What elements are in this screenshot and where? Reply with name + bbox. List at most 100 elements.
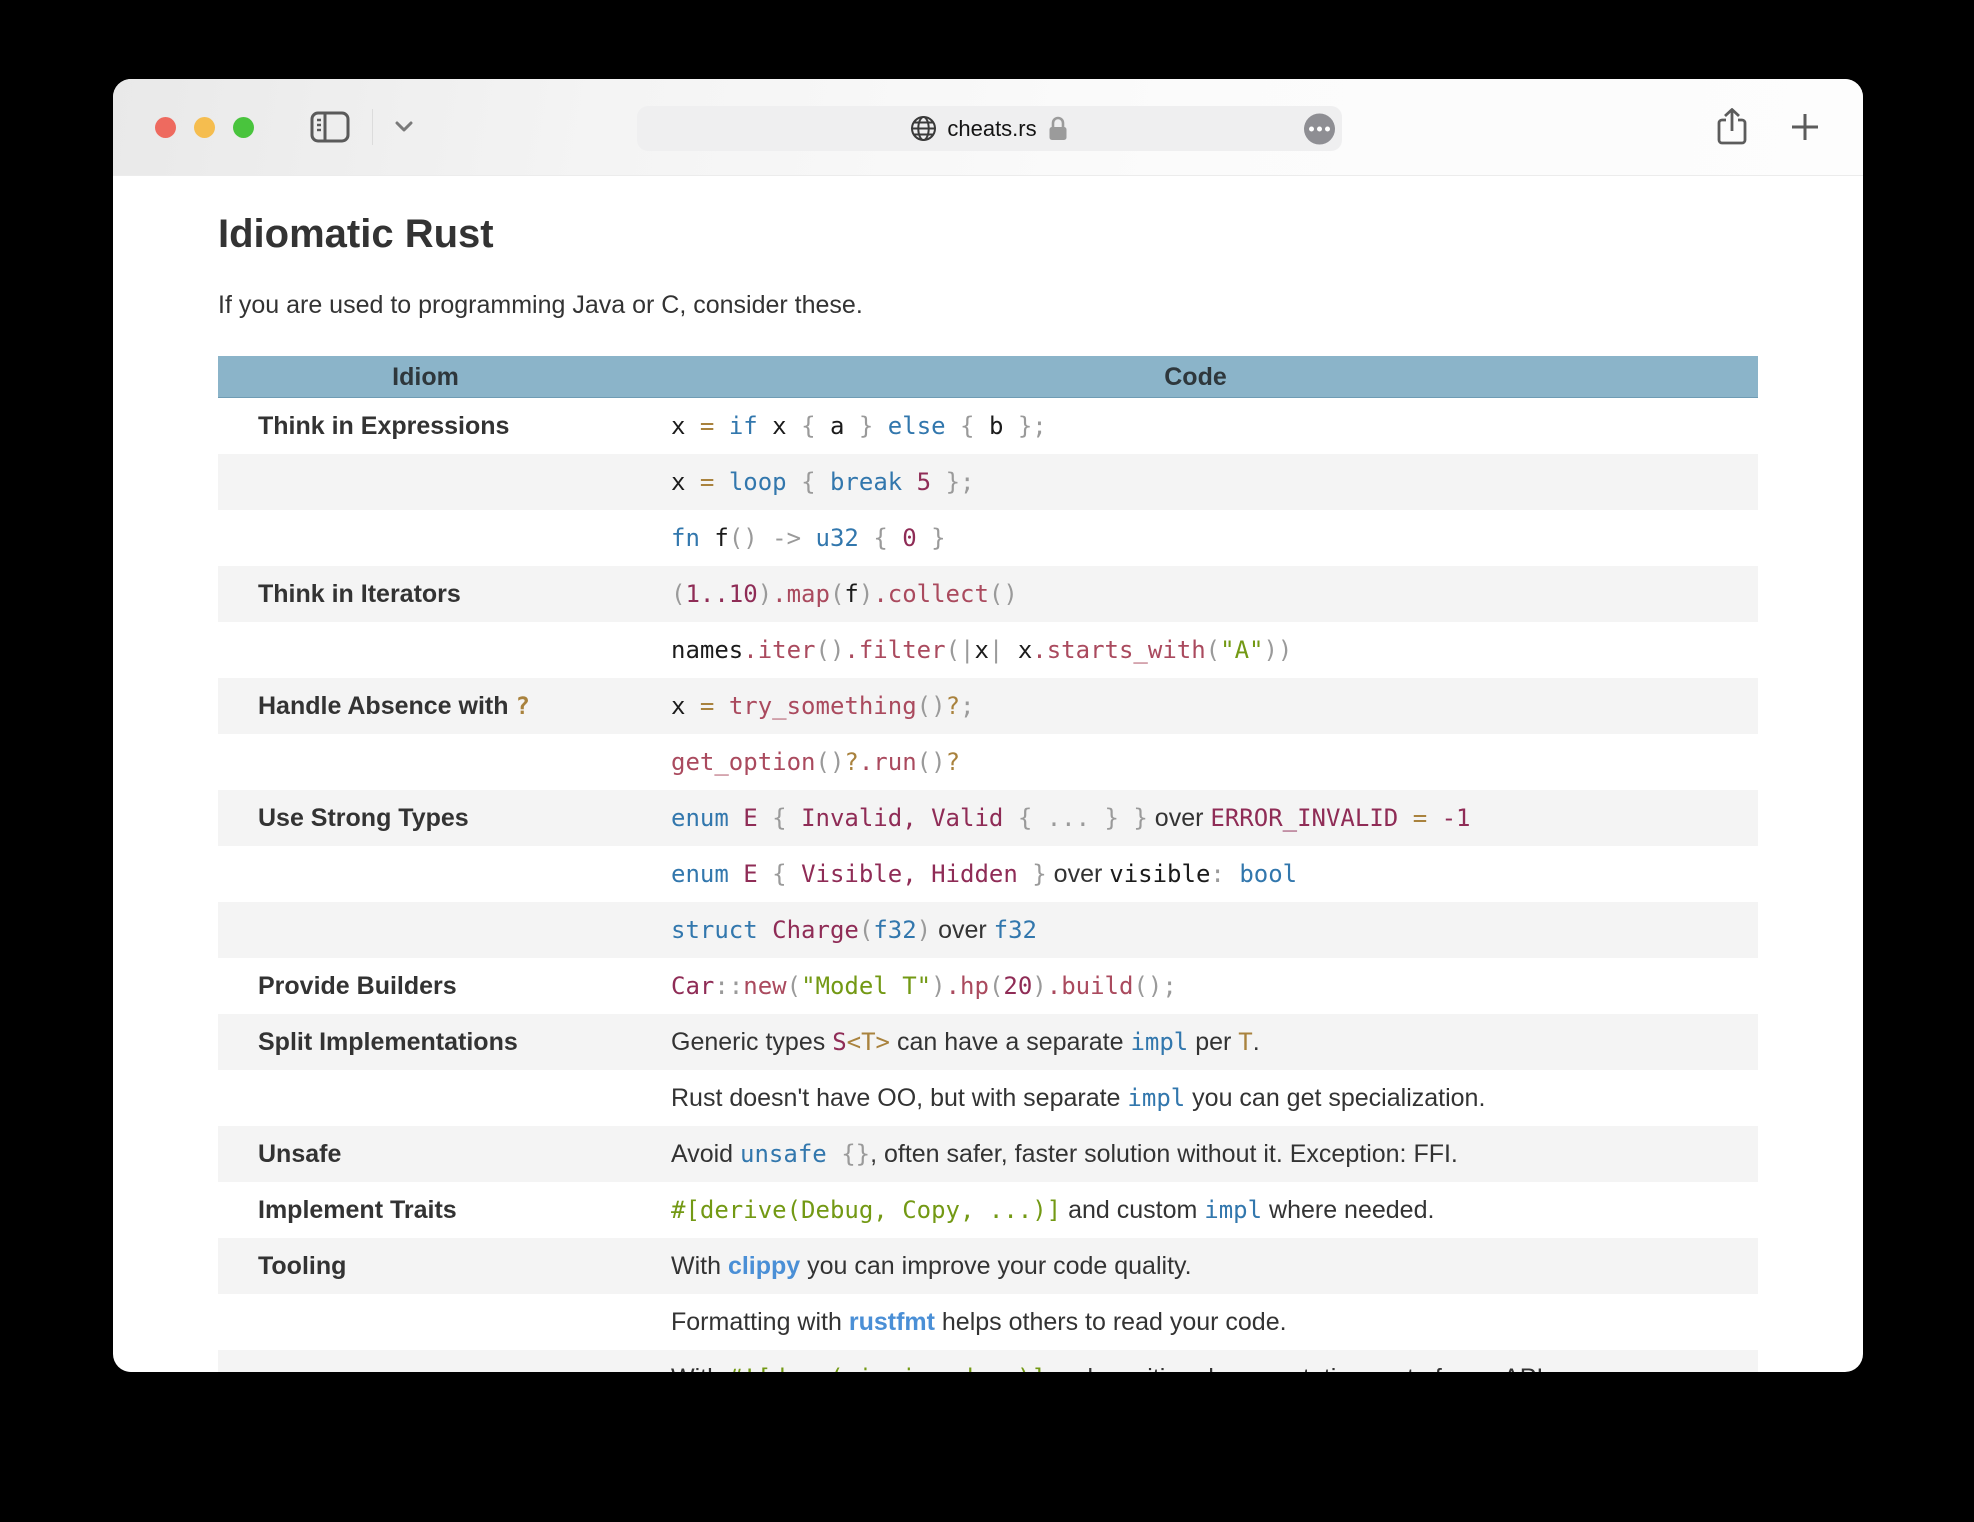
page-content: Idiomatic Rust If you are used to progra… xyxy=(113,176,1863,1372)
token-p: you can get specialization. xyxy=(1185,1084,1485,1112)
page-settings-button[interactable] xyxy=(1304,113,1335,144)
token-k: impl xyxy=(1127,1084,1185,1112)
lock-icon xyxy=(1047,115,1069,142)
idiom-table-body: Think in Expressions x = if x { a } else … xyxy=(218,398,1758,1372)
token-n: 1..10 xyxy=(685,580,757,608)
idiom-table: Idiom Code Think in Expressionsx = if x … xyxy=(218,356,1758,1372)
zoom-button[interactable] xyxy=(233,117,254,138)
code-cell: With #![deny(missing_docs)] make writing… xyxy=(633,1350,1758,1372)
intro-text: If you are used to programming Java or C… xyxy=(218,291,1758,320)
token-k: u32 xyxy=(816,524,874,552)
token-n: Hidden xyxy=(931,860,1032,888)
desktop-background: { "browser": { "url_text": "cheats.rs", … xyxy=(0,0,1974,1522)
token-k: else xyxy=(888,412,960,440)
code-cell: x = try_something()?; xyxy=(633,678,1758,734)
token-n: Car xyxy=(671,972,714,1000)
token-g: ( xyxy=(671,580,685,608)
share-button[interactable] xyxy=(1715,107,1749,147)
token-g: (| xyxy=(946,636,975,664)
idiom-cell: Use Strong Types xyxy=(218,790,633,846)
token-g: ) xyxy=(1032,972,1046,1000)
token-f: .starts_with xyxy=(1032,636,1205,664)
token-g: | xyxy=(989,636,1018,664)
token-g: : xyxy=(1210,860,1239,888)
token-o: = xyxy=(700,468,729,496)
sidebar-icon xyxy=(310,111,350,143)
token-g: {} xyxy=(841,1140,870,1168)
token-lab: Use Strong Types xyxy=(258,804,469,832)
code-cell: Avoid unsafe {}, often safer, faster sol… xyxy=(633,1126,1758,1182)
token-k: impl xyxy=(1204,1196,1262,1224)
token-g: () xyxy=(917,748,946,776)
table-row: Rust doesn't have OO, but with separate … xyxy=(218,1070,1758,1126)
token-c: x xyxy=(671,692,700,720)
token-p: Avoid xyxy=(671,1140,740,1168)
token-g: } xyxy=(1032,860,1046,888)
token-o: ? xyxy=(946,692,960,720)
table-row: Think in Expressions x = if x { a } else … xyxy=(218,398,1758,454)
token-c: x xyxy=(772,412,801,440)
token-f: .collect xyxy=(873,580,989,608)
token-k: impl xyxy=(1130,1028,1188,1056)
browser-window: cheats.rs xyxy=(113,79,1863,1372)
minimize-button[interactable] xyxy=(194,117,215,138)
token-o: <T> xyxy=(847,1028,890,1056)
table-row: x = loop { break 5 }; xyxy=(218,454,1758,510)
token-o: = xyxy=(700,412,729,440)
token-o: T xyxy=(1238,1028,1252,1056)
code-cell: x = if x { a } else { b }; xyxy=(633,398,1758,454)
idiom-cell: Think in Iterators xyxy=(218,566,633,622)
token-p: , often safer, faster solution without i… xyxy=(870,1140,1458,1168)
token-g: { xyxy=(801,412,830,440)
token-o: ? xyxy=(844,748,858,776)
toolbar-divider xyxy=(372,109,373,145)
token-g: }; xyxy=(946,468,975,496)
token-n: 20 xyxy=(1003,972,1032,1000)
rustfmt-link[interactable]: rustfmt xyxy=(849,1308,935,1336)
clippy-link[interactable]: clippy xyxy=(728,1252,800,1280)
token-g: ) xyxy=(931,972,945,1000)
browser-toolbar: cheats.rs xyxy=(113,79,1863,176)
idiom-cell xyxy=(218,1294,633,1350)
token-g: )) xyxy=(1263,636,1292,664)
toolbar-actions xyxy=(1715,107,1821,147)
table-row: struct Charge(f32) over f32 xyxy=(218,902,1758,958)
code-cell: get_option()?.run()? xyxy=(633,734,1758,790)
token-g: { xyxy=(801,468,830,496)
token-g: -> xyxy=(772,524,815,552)
table-row: With #![deny(missing_docs)] make writing… xyxy=(218,1350,1758,1372)
code-cell: (1..10).map(f).collect() xyxy=(633,566,1758,622)
table-row: Handle Absence with ?x = try_something()… xyxy=(218,678,1758,734)
address-bar[interactable]: cheats.rs xyxy=(637,106,1342,151)
table-row: get_option()?.run()? xyxy=(218,734,1758,790)
tab-group-menu-button[interactable] xyxy=(395,121,413,133)
code-cell: #[derive(Debug, Copy, ...)] and custom i… xyxy=(633,1182,1758,1238)
idiom-cell: Think in Expressions xyxy=(218,398,633,454)
token-n: S xyxy=(832,1028,846,1056)
token-p: With xyxy=(671,1252,728,1280)
token-lab: Think in Expressions xyxy=(258,412,509,440)
token-f: .map xyxy=(772,580,830,608)
token-k: bool xyxy=(1239,860,1297,888)
idiom-cell xyxy=(218,622,633,678)
token-p: where needed. xyxy=(1262,1196,1434,1224)
sidebar-toggle-button[interactable] xyxy=(310,111,350,143)
token-lab: Handle Absence with xyxy=(258,692,515,720)
table-row: fn f() -> u32 { 0 } xyxy=(218,510,1758,566)
token-g: () xyxy=(729,524,772,552)
token-g: ( xyxy=(830,580,844,608)
token-p: over xyxy=(1148,804,1211,832)
idiom-cell xyxy=(218,1350,633,1372)
token-lab: Tooling xyxy=(258,1252,346,1280)
code-cell: fn f() -> u32 { 0 } xyxy=(633,510,1758,566)
token-n: Visible, xyxy=(801,860,931,888)
token-f: .filter xyxy=(844,636,945,664)
close-button[interactable] xyxy=(155,117,176,138)
token-g: ( xyxy=(787,972,801,1000)
idiom-cell: Tooling xyxy=(218,1238,633,1294)
token-n: ERROR_INVALID xyxy=(1210,804,1412,832)
idiom-cell xyxy=(218,902,633,958)
token-f: .hp xyxy=(946,972,989,1000)
idiom-cell xyxy=(218,1070,633,1126)
new-tab-button[interactable] xyxy=(1789,111,1821,143)
